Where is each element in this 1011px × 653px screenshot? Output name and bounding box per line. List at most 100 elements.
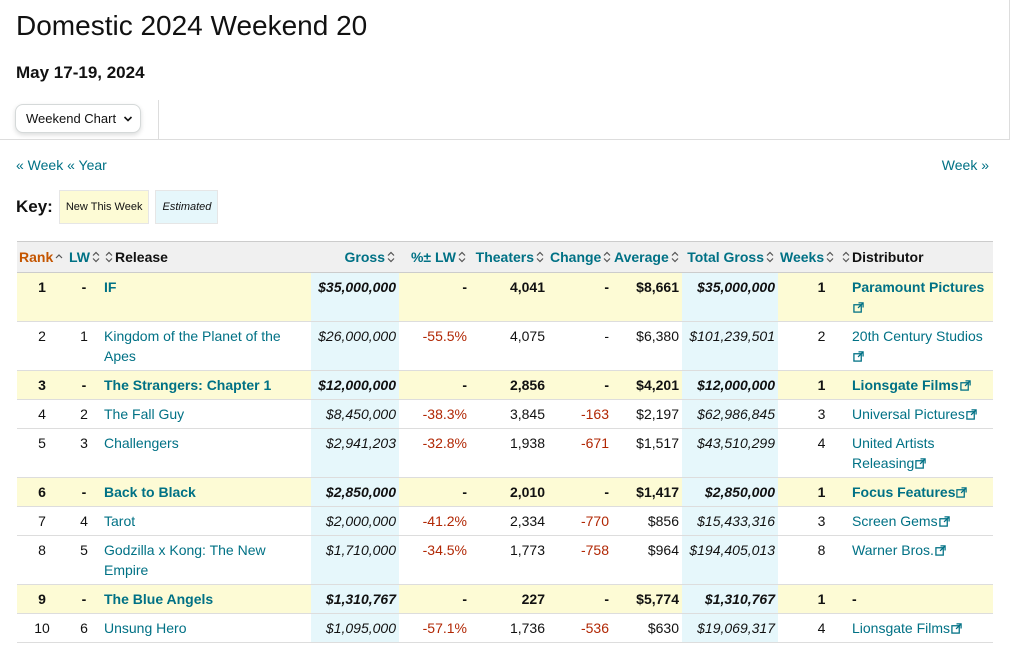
distributor-cell-text: Screen Gems (852, 513, 938, 529)
pct-change-cell-text: - (462, 377, 467, 393)
rank-cell: 4 (17, 399, 67, 429)
last-week-cell-text: 3 (80, 435, 88, 451)
gross-cell: $2,850,000 (311, 477, 399, 507)
release-link[interactable]: Kingdom of the Planet of the Apes (101, 321, 311, 371)
average-cell: $5,774 (612, 584, 682, 614)
pct-change-cell-text: -41.2% (422, 513, 467, 529)
column-header-label: Release (115, 249, 168, 265)
page-title: Domestic 2024 Weekend 20 (16, 10, 368, 41)
release-link[interactable]: Unsung Hero (101, 613, 311, 643)
last-week-cell-text: 6 (80, 620, 88, 636)
release-link[interactable]: The Fall Guy (101, 399, 311, 429)
table-row: 10 6 Unsung Hero $1,095,000 -57.1% 1,736 -536 $… (17, 613, 993, 643)
average-cell-text: $1,517 (636, 435, 679, 451)
distributor-link[interactable]: Screen Gems (852, 513, 950, 529)
total-gross-cell: $19,069,317 (682, 613, 778, 643)
rank-cell-text: 6 (38, 484, 46, 500)
theater-change-cell: - (548, 477, 612, 507)
column-header-gross[interactable]: Gross (311, 241, 399, 273)
release-link-text: Godzilla x Kong: The New Empire (104, 542, 266, 578)
theater-change-cell: -536 (548, 613, 612, 643)
table-row: 1 - IF $35,000,000 - 4,041 - $8,661 $35,000,000 1… (17, 272, 993, 322)
last-week-cell: - (67, 477, 101, 507)
total-gross-cell-text: $62,986,845 (697, 406, 775, 422)
rank-cell-text: 7 (38, 513, 46, 529)
distributor-cell: Lionsgate Films (838, 370, 993, 400)
total-gross-cell-text: $19,069,317 (697, 620, 775, 636)
column-header-pct-lw[interactable]: %± LW (399, 241, 470, 273)
column-header-lw[interactable]: LW (67, 241, 101, 273)
pct-change-cell: -34.5% (399, 535, 470, 585)
total-gross-cell: $15,433,316 (682, 506, 778, 536)
table-row: 4 2 The Fall Guy $8,450,000 -38.3% 3,845 -163 $… (17, 399, 993, 429)
release-link[interactable]: Godzilla x Kong: The New Empire (101, 535, 311, 585)
last-week-cell-text: - (81, 377, 87, 393)
last-week-cell-text: 2 (80, 406, 88, 422)
column-header-average[interactable]: Average (612, 241, 682, 273)
external-link-icon (959, 377, 971, 393)
total-gross-cell: $101,239,501 (682, 321, 778, 371)
divider (158, 100, 159, 140)
prev-year-link[interactable]: « Year (67, 157, 107, 173)
release-link[interactable]: Back to Black (101, 477, 311, 507)
last-week-cell-text: - (81, 279, 87, 295)
gross-cell: $1,710,000 (311, 535, 399, 585)
theaters-cell-text: 2,010 (509, 484, 545, 500)
theaters-cell-text: 3,845 (509, 406, 545, 422)
rank-cell-text: 5 (38, 435, 46, 451)
theaters-cell-text: 4,041 (509, 279, 545, 295)
gross-cell: $1,095,000 (311, 613, 399, 643)
distributor-link[interactable]: Universal Pictures (852, 406, 977, 422)
gross-cell-text: $8,450,000 (325, 406, 396, 422)
chart-type-dropdown[interactable]: Weekend Chart (15, 104, 141, 133)
theater-change-cell: - (548, 370, 612, 400)
rank-cell-text: 3 (38, 377, 46, 393)
release-link[interactable]: Tarot (101, 506, 311, 536)
prev-week-link[interactable]: « Week (16, 157, 63, 173)
release-link-text: The Fall Guy (104, 406, 185, 422)
last-week-cell: - (67, 370, 101, 400)
last-week-cell: 4 (67, 506, 101, 536)
distributor-link[interactable]: Warner Bros. (852, 542, 946, 558)
table-row: 6 - Back to Black $2,850,000 - 2,010 - $1,417 $2… (17, 477, 993, 507)
theaters-cell: 1,736 (470, 613, 548, 643)
sort-icon (764, 249, 776, 265)
distributor-link[interactable]: Focus Features (852, 484, 968, 500)
distributor-link[interactable]: Lionsgate Films (852, 620, 962, 636)
column-header-weeks[interactable]: Weeks (778, 241, 838, 273)
theaters-cell-text: 227 (521, 591, 545, 607)
last-week-cell-text: 1 (80, 328, 88, 344)
next-week-link[interactable]: Week » (942, 157, 989, 173)
distributor-cell: Warner Bros. (838, 535, 993, 585)
column-header-change[interactable]: Change (548, 241, 612, 273)
distributor-link[interactable]: 20th Century Studios (852, 328, 983, 364)
release-link[interactable]: Challengers (101, 428, 311, 478)
theaters-cell: 3,845 (470, 399, 548, 429)
pct-change-cell: - (399, 370, 470, 400)
release-link[interactable]: IF (101, 272, 311, 322)
release-link[interactable]: The Strangers: Chapter 1 (101, 370, 311, 400)
theaters-cell: 4,075 (470, 321, 548, 371)
column-header-release[interactable]: Release (101, 241, 311, 273)
theaters-cell: 2,334 (470, 506, 548, 536)
sort-icon (669, 249, 681, 265)
column-header-rank[interactable]: Rank (17, 241, 67, 273)
rank-cell: 8 (17, 535, 67, 585)
column-header-theaters[interactable]: Theaters (470, 241, 548, 273)
weeks-cell-text: 4 (817, 435, 826, 451)
column-header-distributor[interactable]: Distributor (838, 241, 993, 273)
release-link[interactable]: The Blue Angels (101, 584, 311, 614)
key-new-this-week: New This Week (58, 190, 150, 224)
average-cell: $630 (612, 613, 682, 643)
gross-cell-text: $1,095,000 (325, 620, 396, 636)
distributor-link[interactable]: United Artists Releasing (852, 435, 934, 471)
rank-cell-text: 10 (34, 620, 50, 636)
rank-cell-text: 2 (38, 328, 46, 344)
total-gross-cell-text: $35,000,000 (697, 279, 775, 295)
theater-change-cell: -758 (548, 535, 612, 585)
last-week-cell: - (67, 584, 101, 614)
column-header-total-gross[interactable]: Total Gross (682, 241, 778, 273)
distributor-link[interactable]: Paramount Pictures (852, 279, 984, 315)
column-header-label: Total Gross (687, 249, 764, 265)
distributor-link[interactable]: Lionsgate Films (852, 377, 971, 393)
